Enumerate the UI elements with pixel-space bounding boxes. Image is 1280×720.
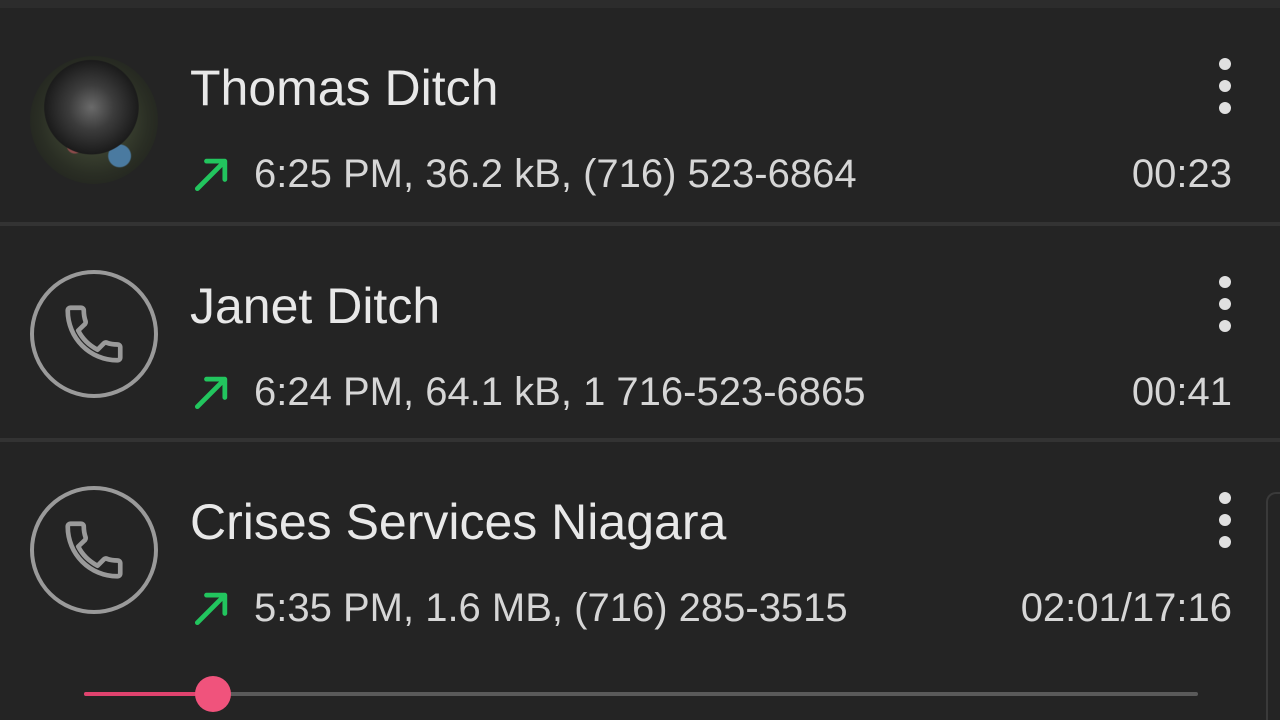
list-item-thomas-ditch[interactable]: Thomas Ditch 6:25 PM, 36.2 kB, (716) 523… <box>0 10 1280 222</box>
call-details: 6:24 PM, 64.1 kB, 1 716-523-6865 <box>190 364 866 420</box>
more-options-icon[interactable] <box>1210 58 1240 114</box>
call-meta: 5:35 PM, 1.6 MB, (716) 285-3515 <box>254 586 848 630</box>
list-item-crises-services-niagara[interactable]: Crises Services Niagara 5:35 PM, 1.6 MB,… <box>0 444 1280 720</box>
seek-track <box>84 692 1198 696</box>
list-item-janet-ditch[interactable]: Janet Ditch 6:24 PM, 64.1 kB, 1 716-523-… <box>0 228 1280 438</box>
call-details: 6:25 PM, 36.2 kB, (716) 523-6864 <box>190 146 857 202</box>
call-duration: 00:23 <box>1131 152 1232 196</box>
divider <box>0 438 1280 442</box>
more-options-icon[interactable] <box>1210 276 1240 332</box>
call-recordings-list: Thomas Ditch 6:25 PM, 36.2 kB, (716) 523… <box>0 0 1280 720</box>
outgoing-arrow-icon <box>194 158 228 192</box>
seek-thumb[interactable] <box>195 676 232 712</box>
contact-name: Janet Ditch <box>190 278 441 334</box>
divider <box>0 222 1280 226</box>
phone-icon <box>30 486 158 614</box>
seek-progress <box>84 692 214 696</box>
contact-avatar <box>30 56 158 184</box>
contact-name: Crises Services Niagara <box>190 494 727 550</box>
contact-name: Thomas Ditch <box>190 60 499 116</box>
list-top-edge <box>0 0 1280 8</box>
playback-position: 02:01/17:16 <box>1020 586 1232 630</box>
call-details: 5:35 PM, 1.6 MB, (716) 285-3515 <box>190 580 848 636</box>
call-meta: 6:25 PM, 36.2 kB, (716) 523-6864 <box>254 152 857 196</box>
call-duration: 00:41 <box>1131 370 1232 414</box>
scroll-edge <box>1266 492 1280 720</box>
outgoing-arrow-icon <box>194 592 228 626</box>
call-meta: 6:24 PM, 64.1 kB, 1 716-523-6865 <box>254 370 866 414</box>
outgoing-arrow-icon <box>194 376 228 410</box>
playback-seek-bar[interactable] <box>84 674 1198 714</box>
more-options-icon[interactable] <box>1210 492 1240 548</box>
phone-icon <box>30 270 158 398</box>
